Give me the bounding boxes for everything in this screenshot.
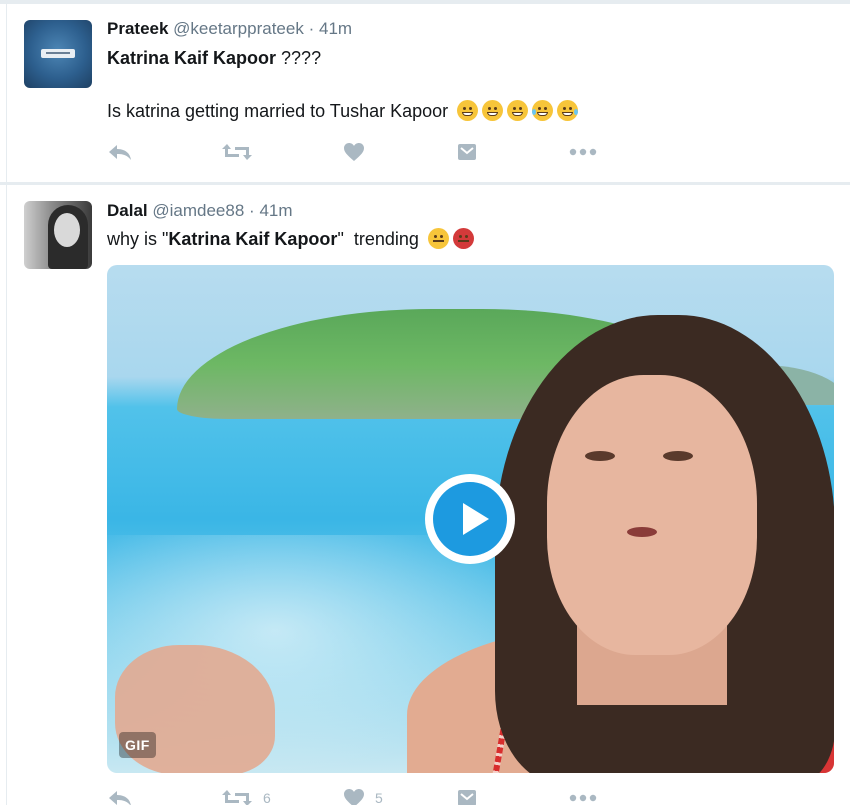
play-icon	[463, 503, 489, 535]
reply-button[interactable]	[107, 786, 133, 805]
emoji-mouth	[562, 112, 574, 116]
heart-icon	[344, 789, 364, 805]
emoji-mouth	[457, 240, 469, 242]
user-fullname[interactable]: Prateek	[107, 19, 168, 38]
play-button[interactable]	[425, 474, 515, 564]
tweet-text-rest: ????	[276, 48, 322, 68]
gif-media[interactable]: GIF	[107, 265, 834, 773]
avatar-face	[54, 213, 80, 247]
retweet-button[interactable]: 6	[221, 786, 271, 805]
media-eye	[585, 451, 615, 461]
message-icon	[458, 144, 476, 160]
like-button[interactable]: 5	[343, 786, 383, 805]
reply-icon	[109, 145, 131, 160]
tweet-timestamp[interactable]: 41m	[319, 19, 352, 38]
emoji-mouth	[487, 112, 499, 116]
avatar-prateek[interactable]	[24, 20, 92, 88]
media-face	[547, 375, 757, 655]
tweet-header: Prateek @keetarpprateek · 41m	[107, 19, 352, 39]
heart-icon	[344, 143, 364, 161]
tweet-dalal[interactable]: Dalal @iamdee88 · 41m why is "Katrina Ka…	[6, 185, 850, 805]
avatar-dalal[interactable]	[24, 201, 92, 269]
play-circle	[433, 482, 507, 556]
tweet-text: why is "Katrina Kaif Kapoor" trending	[107, 228, 474, 250]
retweet-icon	[222, 790, 252, 805]
retweet-button[interactable]	[221, 140, 263, 164]
reply-button[interactable]	[107, 140, 133, 164]
media-mouth	[627, 527, 657, 537]
header-separator: ·	[308, 19, 315, 38]
emoji-mouth	[432, 240, 444, 242]
tweet-text-bold: Katrina Kaif Kapoor	[107, 48, 277, 68]
tweet-text-bold: Katrina Kaif Kapoor	[168, 229, 338, 249]
user-handle[interactable]: @keetarpprateek	[173, 19, 304, 38]
retweet-icon	[222, 144, 252, 160]
reply-icon	[109, 791, 131, 805]
message-icon	[458, 790, 476, 805]
tweet-text-line-2: Is katrina getting married to Tushar Kap…	[107, 100, 579, 122]
user-fullname[interactable]: Dalal	[107, 201, 148, 220]
user-handle[interactable]: @iamdee88	[152, 201, 244, 220]
wink-face-emoji	[457, 100, 479, 121]
angry-face-emoji	[452, 228, 474, 249]
more-button[interactable]	[569, 786, 597, 805]
tweet-actions: 6 5	[107, 786, 607, 805]
gif-badge: GIF	[119, 732, 156, 758]
media-eye	[663, 451, 693, 461]
tears-of-joy-emoji	[532, 100, 554, 121]
disappointed-face-emoji	[427, 228, 449, 249]
avatar-logo	[41, 49, 75, 58]
retweet-count: 6	[263, 790, 271, 805]
tweet-text-prefix: why is "	[107, 229, 169, 249]
grimace-face-emoji	[482, 100, 504, 121]
tweet-text: Is katrina getting married to Tushar Kap…	[107, 101, 449, 121]
tweet-timestamp[interactable]: 41m	[259, 201, 292, 220]
emoji-mouth	[537, 112, 549, 116]
tweet-text-line-1: Katrina Kaif Kapoor ????	[107, 48, 321, 69]
emoji-mouth	[462, 112, 474, 116]
more-dots-icon	[569, 794, 597, 802]
direct-message-button[interactable]	[457, 786, 477, 805]
more-button[interactable]	[569, 140, 597, 164]
tweet-text-suffix: " trending	[337, 229, 419, 249]
emoji-tear	[574, 109, 579, 115]
emoji-mouth	[512, 112, 524, 116]
more-dots-icon	[569, 148, 597, 156]
like-button[interactable]	[343, 140, 375, 164]
like-count: 5	[375, 790, 383, 805]
direct-message-button[interactable]	[457, 140, 477, 164]
grimace-face-emoji	[507, 100, 529, 121]
header-separator: ·	[249, 201, 255, 220]
tears-of-joy-emoji	[557, 100, 579, 121]
tweet-header: Dalal @iamdee88 · 41m	[107, 201, 293, 221]
emoji-tear	[532, 109, 537, 115]
tweet-prateek[interactable]: Prateek @keetarpprateek · 41m Katrina Ka…	[6, 4, 850, 182]
tweet-actions	[107, 140, 607, 164]
